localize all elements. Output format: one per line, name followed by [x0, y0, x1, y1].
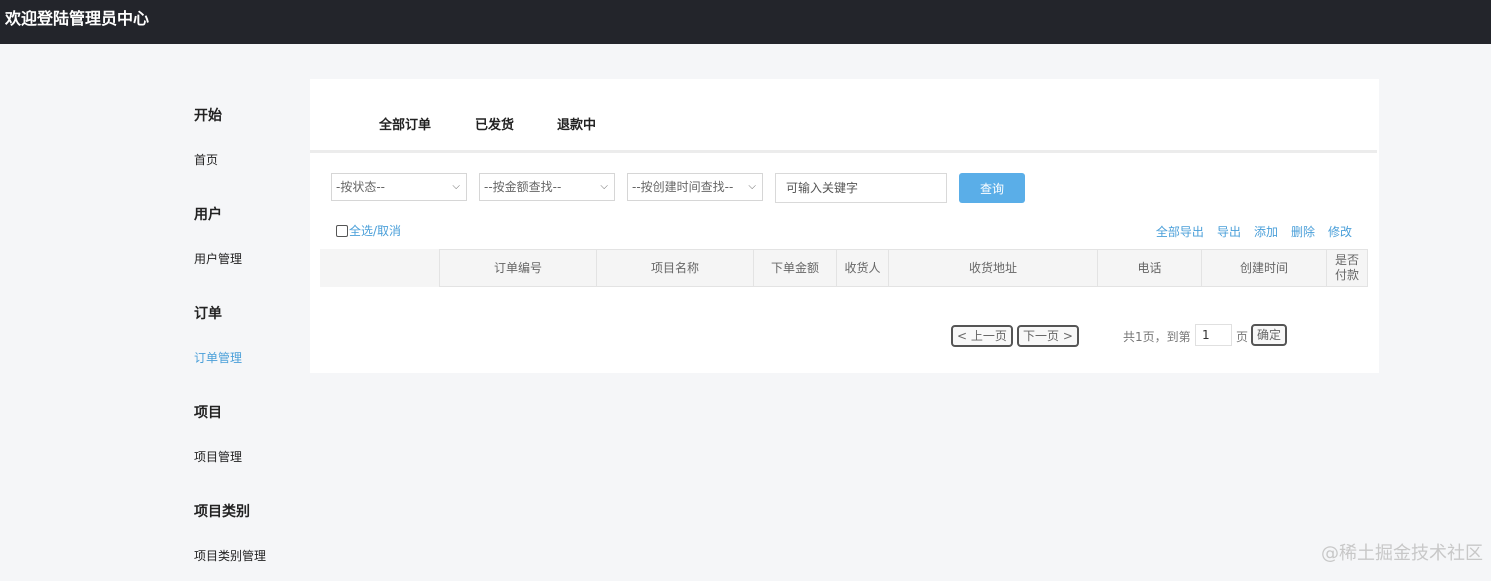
- amount-select-value: --按金额查找--: [484, 180, 562, 194]
- sidebar-item-project-category-management[interactable]: 项目类别管理: [194, 547, 266, 564]
- column-header-phone: 电话: [1098, 249, 1202, 287]
- add-link[interactable]: 添加: [1254, 223, 1278, 240]
- status-select[interactable]: -按状态-- ⌵: [331, 173, 467, 201]
- tab-all-orders[interactable]: 全部订单: [379, 114, 431, 133]
- status-select-value: -按状态--: [336, 180, 385, 194]
- select-all[interactable]: 全选/取消: [336, 222, 401, 239]
- chevron-down-icon: ⌵: [600, 181, 608, 192]
- sidebar-group-user: 用户: [194, 207, 222, 223]
- sidebar-group-project: 项目: [194, 405, 222, 421]
- pagination-page-suffix: 页: [1236, 330, 1249, 344]
- tab-divider: [310, 150, 1377, 153]
- column-header-receiver: 收货人: [837, 249, 889, 287]
- amount-select[interactable]: --按金额查找-- ⌵: [479, 173, 615, 201]
- pagination-total-text: 共1页，到第: [1123, 330, 1191, 344]
- column-header-created-time: 创建时间: [1202, 249, 1327, 287]
- column-header-address: 收货地址: [889, 249, 1098, 287]
- keyword-input[interactable]: [775, 173, 947, 203]
- export-all-link[interactable]: 全部导出: [1156, 223, 1204, 240]
- order-table-header: 订单编号 项目名称 下单金额 收货人 收货地址 电话 创建时间 是否付款: [320, 249, 1368, 287]
- confirm-page-button[interactable]: 确定: [1251, 324, 1288, 346]
- sidebar-item-order-management[interactable]: 订单管理: [194, 349, 242, 366]
- select-all-checkbox[interactable]: [336, 224, 348, 237]
- order-tabs: 全部订单 已发货 退款中: [310, 79, 1379, 153]
- sidebar-group-project-category: 项目类别: [194, 504, 250, 520]
- column-header-project-name: 项目名称: [597, 249, 754, 287]
- export-link[interactable]: 导出: [1217, 223, 1241, 240]
- page-number-input[interactable]: [1195, 324, 1232, 346]
- main-panel: 全部订单 已发货 退款中 -按状态-- ⌵ --按金额查找-- ⌵ --按创建时…: [310, 79, 1379, 373]
- sidebar-item-project-management[interactable]: 项目管理: [194, 448, 242, 465]
- chevron-down-icon: ⌵: [748, 181, 756, 192]
- top-header: 欢迎登陆管理员中心: [0, 0, 1491, 44]
- select-all-label[interactable]: 全选/取消: [349, 222, 401, 239]
- sidebar-item-home[interactable]: 首页: [194, 151, 218, 168]
- next-page-button[interactable]: 下一页 >: [1017, 325, 1079, 347]
- header-title: 欢迎登陆管理员中心: [5, 9, 150, 28]
- query-button[interactable]: 查询: [959, 173, 1025, 203]
- delete-link[interactable]: 删除: [1291, 223, 1315, 240]
- column-header-order-no: 订单编号: [439, 249, 597, 287]
- time-select-value: --按创建时间查找--: [632, 180, 734, 194]
- tab-refunding[interactable]: 退款中: [557, 114, 596, 133]
- column-header-paid: 是否付款: [1327, 249, 1368, 287]
- chevron-down-icon: ⌵: [452, 181, 460, 192]
- sidebar-item-user-management[interactable]: 用户管理: [194, 250, 242, 267]
- watermark: @稀土掘金技术社区: [1321, 543, 1483, 564]
- table-actions: 全部导出 导出 添加 删除 修改: [1156, 223, 1352, 240]
- sidebar-group-start: 开始: [194, 108, 222, 124]
- sidebar-group-order: 订单: [194, 306, 222, 322]
- time-select[interactable]: --按创建时间查找-- ⌵: [627, 173, 763, 201]
- column-header-amount: 下单金额: [754, 249, 837, 287]
- tab-shipped[interactable]: 已发货: [475, 114, 514, 133]
- prev-page-button[interactable]: < 上一页: [951, 325, 1013, 347]
- column-header-select: [320, 249, 439, 287]
- edit-link[interactable]: 修改: [1328, 223, 1352, 240]
